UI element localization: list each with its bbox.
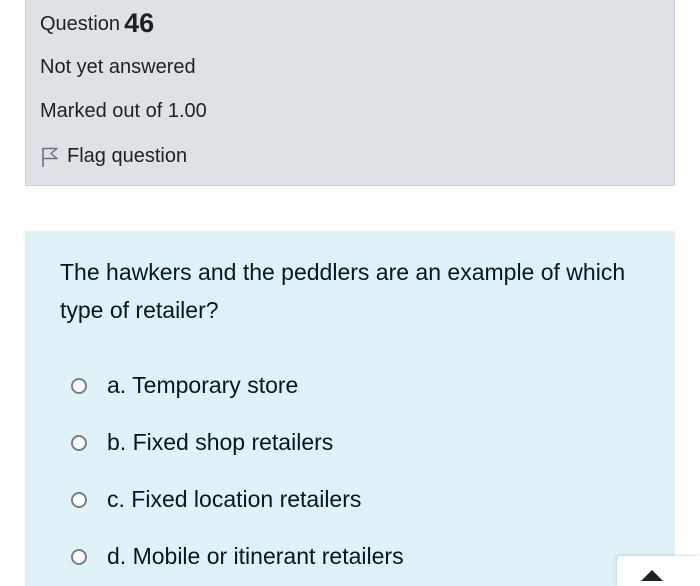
answer-option-d[interactable]: d. Mobile or itinerant retailers: [71, 543, 404, 570]
answer-label-a: a. Temporary store: [107, 372, 299, 398]
scroll-to-top-button[interactable]: [617, 556, 700, 586]
answer-option-a[interactable]: a. Temporary store: [71, 372, 298, 399]
quiz-page: Question 46 Not yet answered Marked out o…: [0, 0, 700, 586]
question-heading: Question 46: [40, 8, 154, 39]
answer-option-c[interactable]: c. Fixed location retailers: [71, 486, 361, 513]
question-text: The hawkers and the peddlers are an exam…: [60, 259, 626, 323]
answer-option-b[interactable]: b. Fixed shop retailers: [71, 429, 333, 456]
question-marks: Marked out of 1.00: [40, 100, 207, 122]
radio-button-d[interactable]: [71, 548, 87, 565]
flag-question-label: Flag question: [67, 145, 188, 167]
answer-status: Not yet answered: [40, 56, 196, 78]
question-content: The hawkers and the peddlers are an exam…: [25, 231, 675, 586]
question-prefix: Question: [40, 13, 121, 35]
answer-label-b: b. Fixed shop retailers: [107, 429, 334, 455]
question-info-panel: Question 46 Not yet answered Marked out o…: [25, 0, 675, 186]
flag-outline-icon: [40, 146, 60, 168]
answer-label-c: c. Fixed location retailers: [107, 486, 362, 512]
question-number: 46: [124, 8, 155, 38]
radio-button-b[interactable]: [71, 434, 87, 451]
chevron-up-icon: [641, 570, 663, 581]
radio-button-c[interactable]: [71, 491, 87, 508]
radio-button-a[interactable]: [71, 377, 87, 394]
answer-label-d: d. Mobile or itinerant retailers: [107, 543, 404, 569]
flag-question-button[interactable]: Flag question: [40, 145, 187, 168]
